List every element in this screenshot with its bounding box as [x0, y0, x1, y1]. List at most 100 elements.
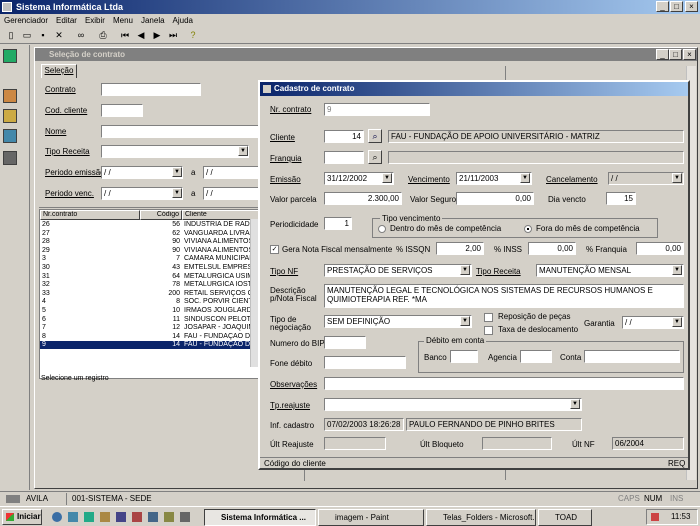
selecao-minimize-button[interactable]: _ [656, 49, 669, 60]
quicklaunch-3-icon[interactable] [84, 512, 94, 522]
tab-selecao[interactable]: Seleção [41, 64, 77, 78]
selecao-maximize-button[interactable]: □ [669, 49, 682, 60]
table-row[interactable]: 29 90 VIVIANA ALIMENTOS [40, 247, 252, 255]
search-franquia-icon[interactable]: ⌕ [368, 150, 382, 164]
calendar-dropdown-icon[interactable]: ▼ [672, 173, 682, 183]
chevron-down-icon[interactable]: ▼ [238, 146, 248, 156]
calendar-dropdown-icon[interactable]: ▼ [520, 173, 530, 183]
sidebar-tool-4-icon[interactable] [3, 129, 17, 143]
periodo-venc-de[interactable]: / / [101, 187, 183, 200]
chevron-down-icon[interactable]: ▼ [460, 316, 470, 326]
task-sistema[interactable]: Sistema Informática ... [204, 509, 316, 526]
table-row[interactable]: 30 43 EMTELSUL EMPRESA [40, 264, 252, 272]
sidebar-tool-5-icon[interactable] [3, 151, 17, 165]
tipo-nf-select[interactable]: PRESTAÇÃO DE SERVIÇOS [324, 264, 472, 277]
chevron-down-icon[interactable]: ▼ [672, 265, 682, 275]
task-explorer[interactable]: Telas_Folders - Microsoft... [426, 509, 536, 526]
taxa-checkbox[interactable] [484, 326, 493, 335]
tipo-negociacao-select[interactable]: SEM DEFINIÇÃO [324, 315, 472, 328]
menu-ajuda[interactable]: Ajuda [173, 16, 193, 25]
gera-nf-checkbox[interactable]: ✓ [270, 245, 279, 254]
table-row[interactable]: 7 12 JOSAPAR - JOAQUIM [40, 324, 252, 332]
new-icon[interactable]: ▯ [4, 28, 18, 42]
nome-input[interactable] [101, 125, 261, 138]
franquia-pct-input[interactable]: 0,00 [636, 242, 684, 255]
table-row[interactable]: 4 8 SOC. PORVIR CIENTÍ [40, 298, 252, 306]
desktop-quicklaunch-icon[interactable] [68, 512, 78, 522]
descricao-textarea[interactable]: MANUTENÇÃO LEGAL E TECNOLÓGICA NOS SISTE… [324, 284, 684, 308]
fone-debito-input[interactable] [324, 356, 406, 369]
table-row[interactable]: 26 56 INDUSTRIA DE RADIA [40, 221, 252, 229]
column-header-codigo[interactable]: Código [140, 210, 182, 220]
help-icon[interactable]: ? [186, 28, 200, 42]
chevron-down-icon[interactable]: ▼ [570, 399, 580, 409]
calendar-dropdown-icon[interactable]: ▼ [172, 167, 182, 177]
calendar-dropdown-icon[interactable]: ▼ [672, 317, 682, 327]
delete-icon[interactable]: ✕ [52, 28, 66, 42]
banco-input[interactable] [450, 350, 478, 363]
column-header-nr-contrato[interactable]: Nr.contrato [40, 210, 140, 220]
last-record-icon[interactable]: ⏭ [166, 28, 180, 42]
quicklaunch-8-icon[interactable] [164, 512, 174, 522]
task-toad[interactable]: TOAD [538, 509, 592, 526]
quicklaunch-5-icon[interactable] [116, 512, 126, 522]
issqn-input[interactable]: 2,00 [436, 242, 484, 255]
menu-menu[interactable]: Menu [113, 16, 133, 25]
quicklaunch-9-icon[interactable] [180, 512, 190, 522]
print-icon[interactable]: ⎙ [96, 28, 110, 42]
reposicao-checkbox[interactable] [484, 313, 493, 322]
chevron-down-icon[interactable]: ▼ [460, 265, 470, 275]
tipo-receita-cad-select[interactable]: MANUTENÇÃO MENSAL [536, 264, 684, 277]
table-row[interactable]: 9 14 FAU - FUNDAÇÃO DE [40, 341, 252, 350]
sidebar-tool-3-icon[interactable] [3, 109, 17, 123]
franquia-code-input[interactable] [324, 151, 364, 164]
open-icon[interactable]: ▭ [20, 28, 34, 42]
save-icon[interactable]: ▪ [36, 28, 50, 42]
prev-record-icon[interactable]: ◀ [134, 28, 148, 42]
table-row[interactable]: 28 90 VIVIANA ALIMENTOS [40, 238, 252, 246]
search-cliente-icon[interactable]: ⌕ [368, 129, 382, 143]
quicklaunch-6-icon[interactable] [132, 512, 142, 522]
maximize-button[interactable]: □ [670, 1, 683, 12]
valor-parcela-input[interactable]: 2.300,00 [324, 192, 402, 205]
binoculars-icon[interactable]: ∞ [74, 28, 88, 42]
periodo-emissao-de[interactable]: / / [101, 166, 183, 179]
table-row[interactable]: 27 62 VANGUARDA LIVRAR [40, 230, 252, 238]
close-button[interactable]: × [685, 1, 698, 12]
quicklaunch-7-icon[interactable] [148, 512, 158, 522]
tray-icon[interactable] [651, 513, 659, 521]
periodo-venc-ate[interactable]: / / [203, 187, 261, 200]
table-row[interactable]: 6 11 SINDUSCON PELOTA [40, 316, 252, 324]
sidebar-tool-1-icon[interactable] [3, 49, 17, 63]
menu-exibir[interactable]: Exibir [85, 16, 105, 25]
calendar-dropdown-icon[interactable]: ▼ [382, 173, 392, 183]
observacoes-input[interactable] [324, 377, 684, 390]
ie-quicklaunch-icon[interactable] [52, 512, 62, 522]
table-row[interactable]: 32 78 METALURGICA IOST I [40, 281, 252, 289]
start-button[interactable]: Iniciar [2, 509, 42, 525]
cod-cliente-input[interactable] [101, 104, 143, 117]
first-record-icon[interactable]: ⏮ [118, 28, 132, 42]
agencia-input[interactable] [520, 350, 552, 363]
calendar-dropdown-icon[interactable]: ▼ [172, 188, 182, 198]
dia-vencto-input[interactable]: 15 [606, 192, 636, 205]
radio-fora[interactable] [524, 225, 532, 233]
periodicidade-input[interactable]: 1 [324, 217, 352, 230]
tipo-receita-select[interactable] [101, 145, 249, 158]
periodo-emissao-ate[interactable]: / / [203, 166, 261, 179]
radio-dentro[interactable] [378, 225, 386, 233]
tp-reajuste-select[interactable] [324, 398, 582, 411]
table-row[interactable]: 5 10 IRMÃOS JOUGLARD L [40, 307, 252, 315]
task-paint[interactable]: imagem - Paint [318, 509, 424, 526]
inss-input[interactable]: 0,00 [528, 242, 576, 255]
quicklaunch-4-icon[interactable] [100, 512, 110, 522]
valor-seguro-input[interactable]: 0,00 [456, 192, 534, 205]
menu-editar[interactable]: Editar [56, 16, 77, 25]
contrato-input[interactable] [101, 83, 201, 96]
bip-input[interactable] [324, 336, 366, 349]
menu-janela[interactable]: Janela [141, 16, 165, 25]
table-row[interactable]: 3 7 CAMARA MUNICIPAL [40, 255, 252, 263]
sidebar-tool-2-icon[interactable] [3, 89, 17, 103]
selecao-close-button[interactable]: × [683, 49, 696, 60]
menu-gerenciador[interactable]: Gerenciador [4, 16, 48, 25]
